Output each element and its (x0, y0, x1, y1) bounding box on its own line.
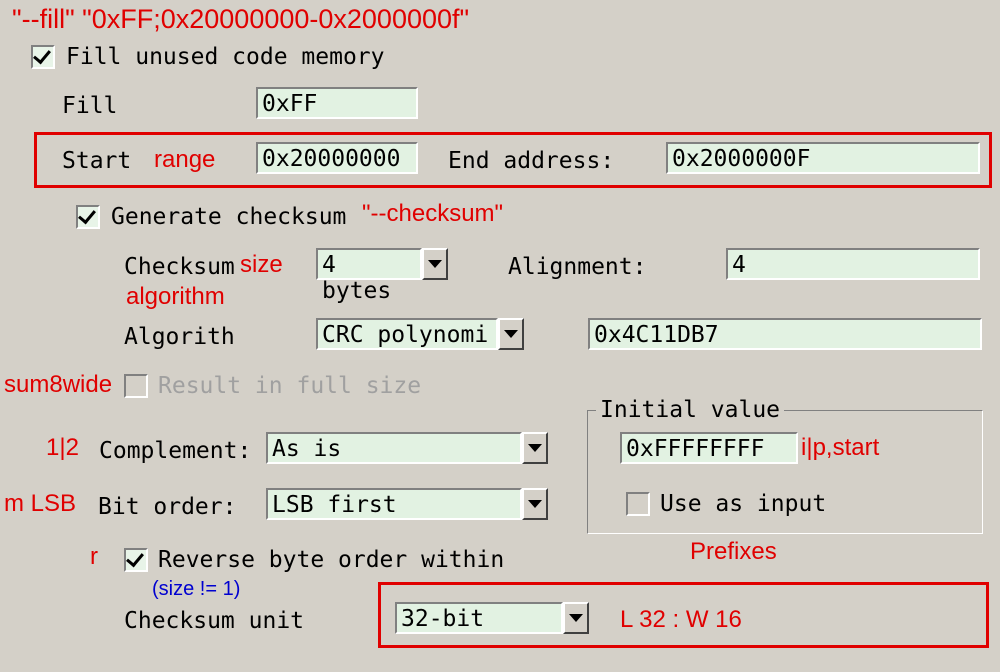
checksum-enable-checkbox[interactable] (76, 205, 100, 229)
anno-prefixes: Prefixes (690, 538, 777, 566)
reverse-label: Reverse byte order within (158, 547, 504, 573)
end-label: End address: (448, 148, 614, 174)
anno-checksum-cmd: "--checksum" (362, 200, 503, 228)
reverse-checkbox[interactable] (124, 548, 148, 572)
dropdown-icon[interactable] (522, 488, 548, 520)
algorithm-select[interactable]: CRC polynomi (316, 318, 524, 350)
alignment-input[interactable]: 4 (726, 248, 980, 280)
checksum-enable-label: Generate checksum (111, 204, 346, 230)
anno-size: size (240, 251, 283, 279)
checksum-size-select[interactable]: 4 bytes (316, 248, 448, 280)
anno-ip-start: i|p,start (801, 434, 879, 462)
complement-label: Complement: (99, 438, 251, 464)
algorithm-value: CRC polynomi (316, 318, 498, 350)
bitorder-label: Bit order: (98, 494, 236, 520)
bitorder-select[interactable]: LSB first (266, 488, 548, 520)
anno-sum8wide: sum8wide (4, 371, 112, 399)
unit-value: 32-bit (395, 602, 563, 634)
fill-label: Fill (62, 93, 117, 119)
use-input-checkbox[interactable] (626, 492, 650, 516)
alignment-label: Alignment: (508, 254, 646, 280)
checksum-size-value: 4 bytes (316, 248, 422, 280)
fullsize-label: Result in full size (158, 373, 421, 399)
anno-size-ne1: (size != 1) (152, 578, 240, 601)
end-value-input[interactable]: 0x2000000F (666, 142, 980, 174)
anno-l32w16: L 32 : W 16 (620, 606, 742, 634)
fill-enable-checkbox[interactable] (31, 45, 55, 69)
complement-select[interactable]: As is (266, 432, 548, 464)
algorithm-label: Algorith (124, 324, 235, 350)
initial-value-title: Initial value (596, 397, 784, 423)
checksum-size-label: Checksum (124, 254, 235, 280)
complement-value: As is (266, 432, 522, 464)
dropdown-icon[interactable] (522, 432, 548, 464)
fullsize-checkbox[interactable] (124, 374, 148, 398)
unit-select[interactable]: 32-bit (395, 602, 589, 634)
start-label: Start (62, 148, 131, 174)
dropdown-icon[interactable] (498, 318, 524, 350)
anno-fill-cmd: "--fill" "0xFF;0x20000000-0x2000000f" (12, 4, 469, 35)
anno-r: r (90, 543, 98, 571)
bitorder-value: LSB first (266, 488, 522, 520)
start-value-input[interactable]: 0x20000000 (256, 142, 418, 174)
fill-enable-label: Fill unused code memory (66, 44, 385, 70)
anno-range: range (154, 146, 215, 174)
fill-value-input[interactable]: 0xFF (256, 87, 418, 119)
anno-m-lsb: m LSB (4, 490, 76, 518)
polynomial-input[interactable]: 0x4C11DB7 (588, 318, 982, 350)
dropdown-icon[interactable] (563, 602, 589, 634)
dropdown-icon[interactable] (422, 248, 448, 280)
anno-1-2: 1|2 (46, 434, 79, 462)
anno-algorithm: algorithm (126, 283, 225, 311)
use-input-label: Use as input (660, 491, 826, 517)
unit-label: Checksum unit (124, 608, 304, 634)
initial-value-input[interactable]: 0xFFFFFFFF (620, 432, 798, 464)
